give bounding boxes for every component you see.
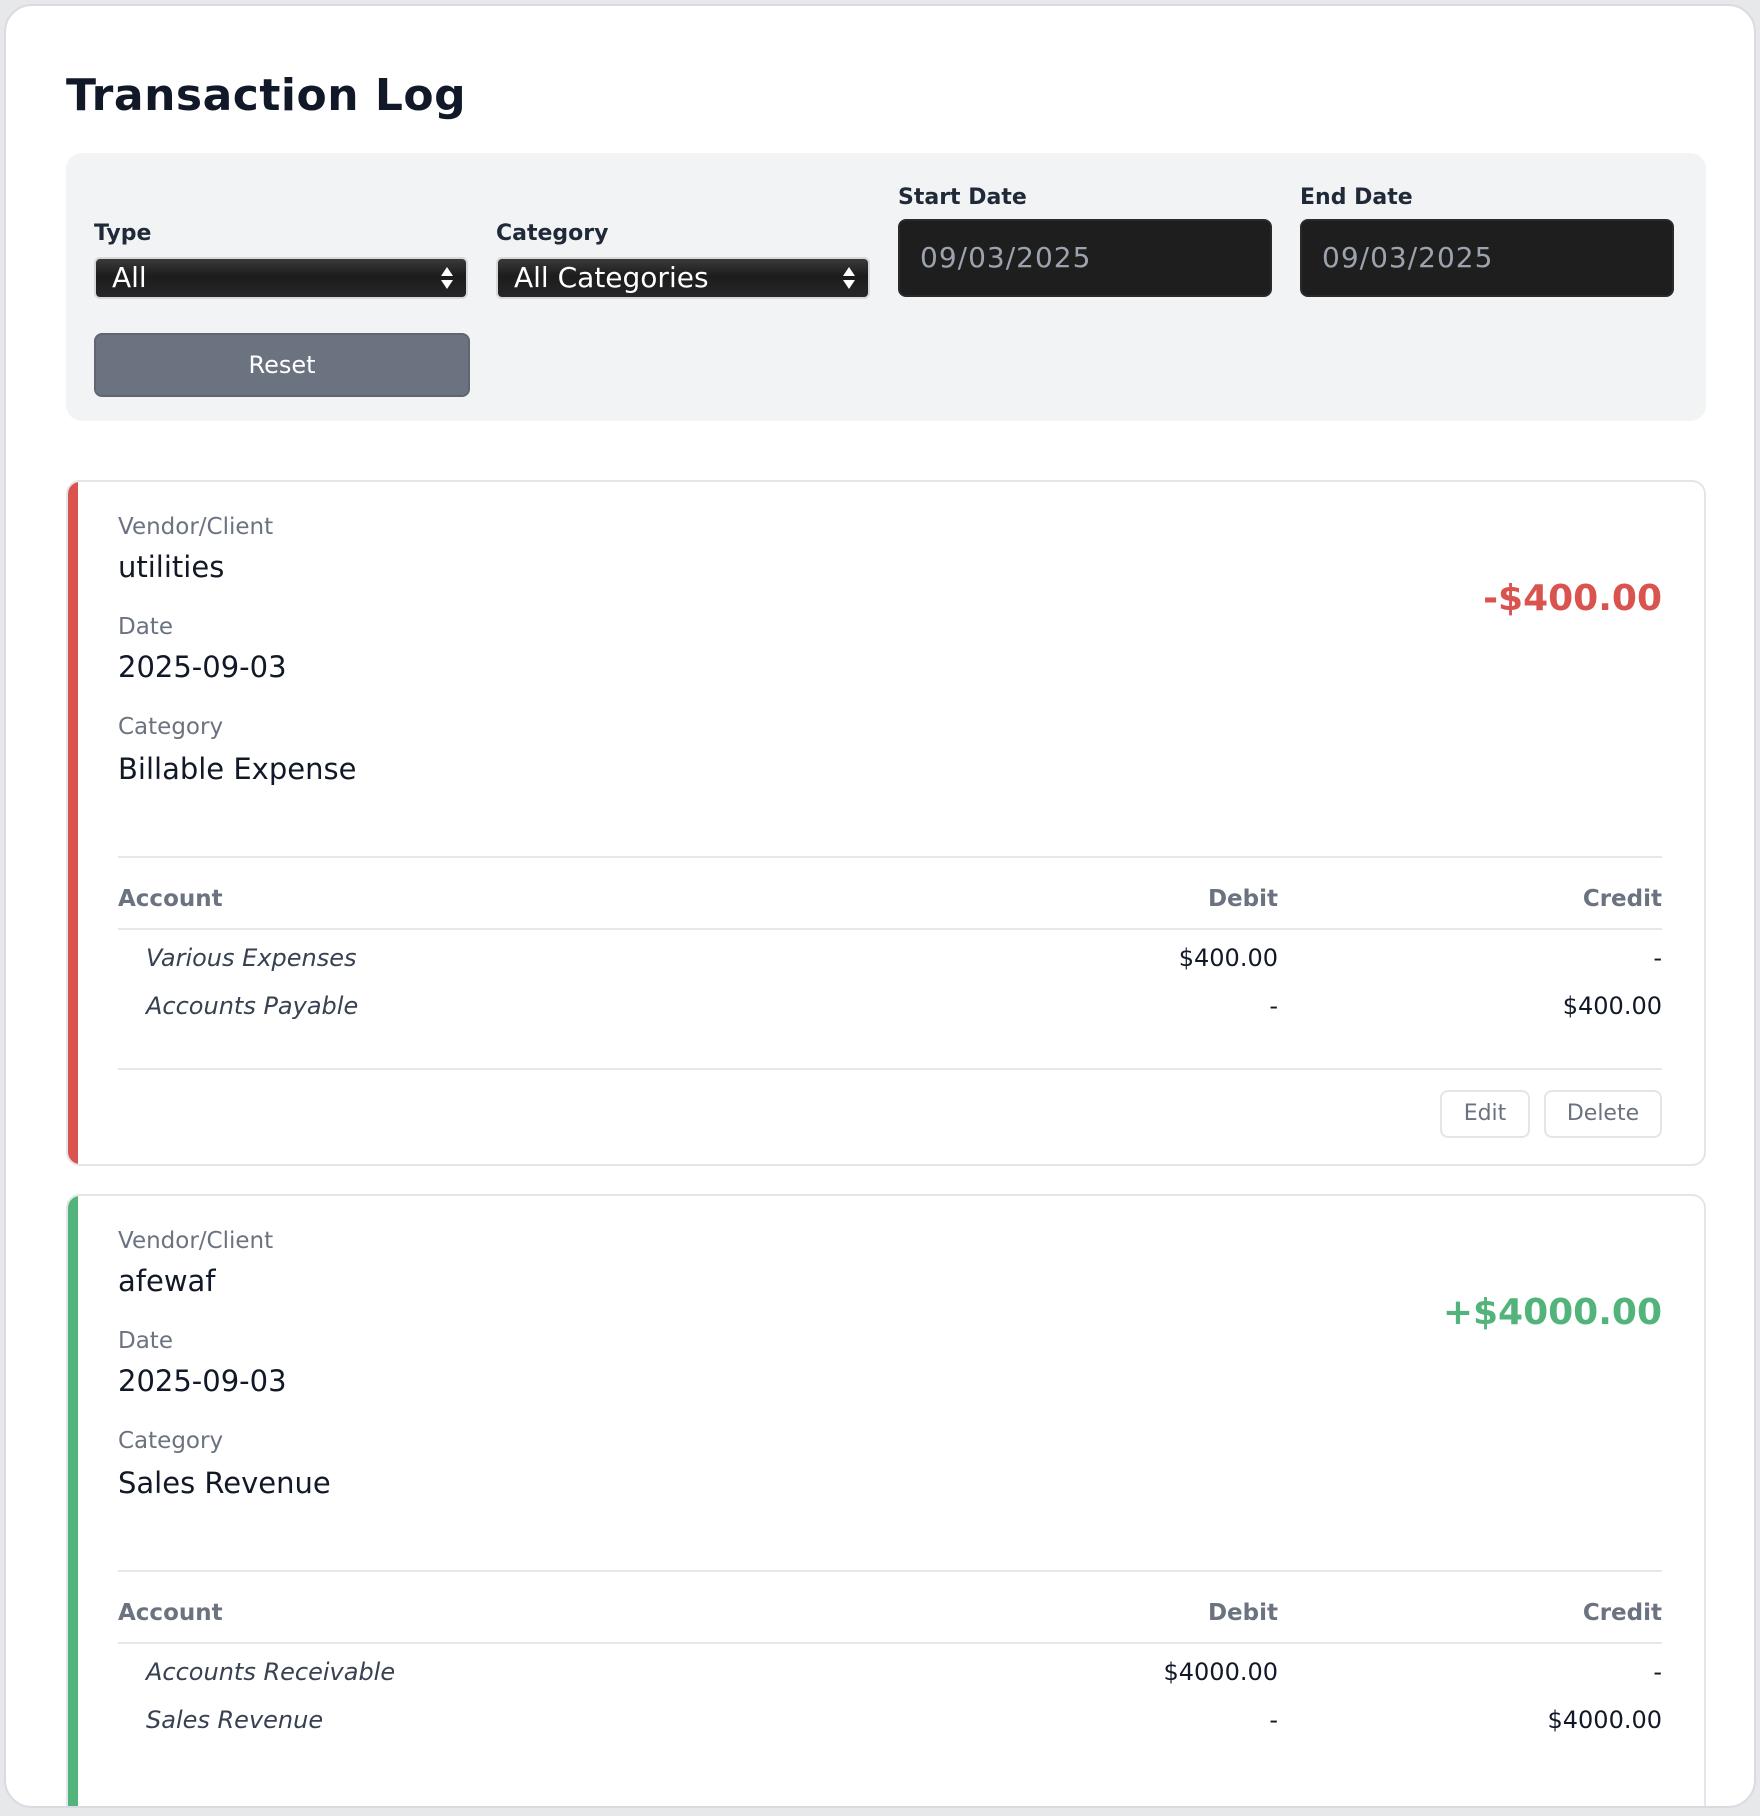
category-label: Category: [118, 1428, 224, 1454]
app-window: Transaction Log Type All Category All Ca…: [4, 4, 1756, 1808]
table-header-divider: [118, 1642, 1662, 1644]
edit-button[interactable]: Edit: [1440, 1090, 1530, 1138]
transaction-card: Vendor/Client afewaf Date 2025-09-03 Cat…: [66, 1194, 1706, 1806]
start-date-input[interactable]: 09/03/2025: [898, 219, 1272, 297]
transaction-card: Vendor/Client utilities Date 2025-09-03 …: [66, 480, 1706, 1166]
select-arrows-icon: [843, 267, 855, 289]
end-date-label: End Date: [1300, 185, 1413, 210]
account-header: Account: [118, 1600, 223, 1626]
divider: [118, 1068, 1662, 1070]
reset-button[interactable]: Reset: [94, 333, 470, 397]
type-select[interactable]: All: [94, 257, 468, 299]
amount: -$400.00: [1483, 578, 1662, 619]
entry-credit: -: [1653, 944, 1662, 972]
entry-credit: -: [1653, 1658, 1662, 1686]
category-value: Billable Expense: [118, 752, 357, 786]
entry-debit: -: [1269, 992, 1278, 1020]
delete-button[interactable]: Delete: [1544, 1090, 1662, 1138]
category-select-value: All Categories: [514, 261, 709, 294]
table-header-divider: [118, 928, 1662, 930]
end-date-input[interactable]: 09/03/2025: [1300, 219, 1674, 297]
divider: [118, 856, 1662, 858]
type-label: Type: [94, 221, 152, 246]
credit-header: Credit: [1582, 1600, 1662, 1626]
vendor-value: afewaf: [118, 1264, 216, 1298]
expense-stripe: [68, 482, 78, 1164]
entry-credit: $4000.00: [1547, 1706, 1662, 1734]
select-arrows-icon: [441, 267, 453, 289]
category-value: Sales Revenue: [118, 1466, 331, 1500]
date-value: 2025-09-03: [118, 1364, 287, 1398]
vendor-label: Vendor/Client: [118, 1228, 274, 1254]
entry-account: Accounts Receivable: [146, 1658, 396, 1686]
date-label: Date: [118, 1328, 173, 1354]
account-header: Account: [118, 886, 223, 912]
category-label: Category: [118, 714, 224, 740]
date-value: 2025-09-03: [118, 650, 287, 684]
vendor-label: Vendor/Client: [118, 514, 274, 540]
entry-debit: $400.00: [1178, 944, 1278, 972]
vendor-value: utilities: [118, 550, 225, 584]
income-stripe: [68, 1196, 78, 1806]
debit-header: Debit: [1207, 1600, 1278, 1626]
entry-account: Sales Revenue: [146, 1706, 324, 1734]
date-label: Date: [118, 614, 173, 640]
category-label: Category: [496, 221, 609, 246]
debit-header: Debit: [1207, 886, 1278, 912]
page-title: Transaction Log: [66, 70, 467, 121]
entry-debit: $4000.00: [1163, 1658, 1278, 1686]
amount: +$4000.00: [1442, 1292, 1662, 1333]
credit-header: Credit: [1582, 886, 1662, 912]
entry-debit: -: [1269, 1706, 1278, 1734]
type-select-value: All: [112, 261, 147, 294]
entry-account: Various Expenses: [146, 944, 357, 972]
divider: [118, 1570, 1662, 1572]
entry-account: Accounts Payable: [146, 992, 359, 1020]
entry-credit: $400.00: [1562, 992, 1662, 1020]
category-select[interactable]: All Categories: [496, 257, 870, 299]
filter-panel: Type All Category All Categories Start D…: [66, 153, 1706, 421]
start-date-label: Start Date: [898, 185, 1027, 210]
